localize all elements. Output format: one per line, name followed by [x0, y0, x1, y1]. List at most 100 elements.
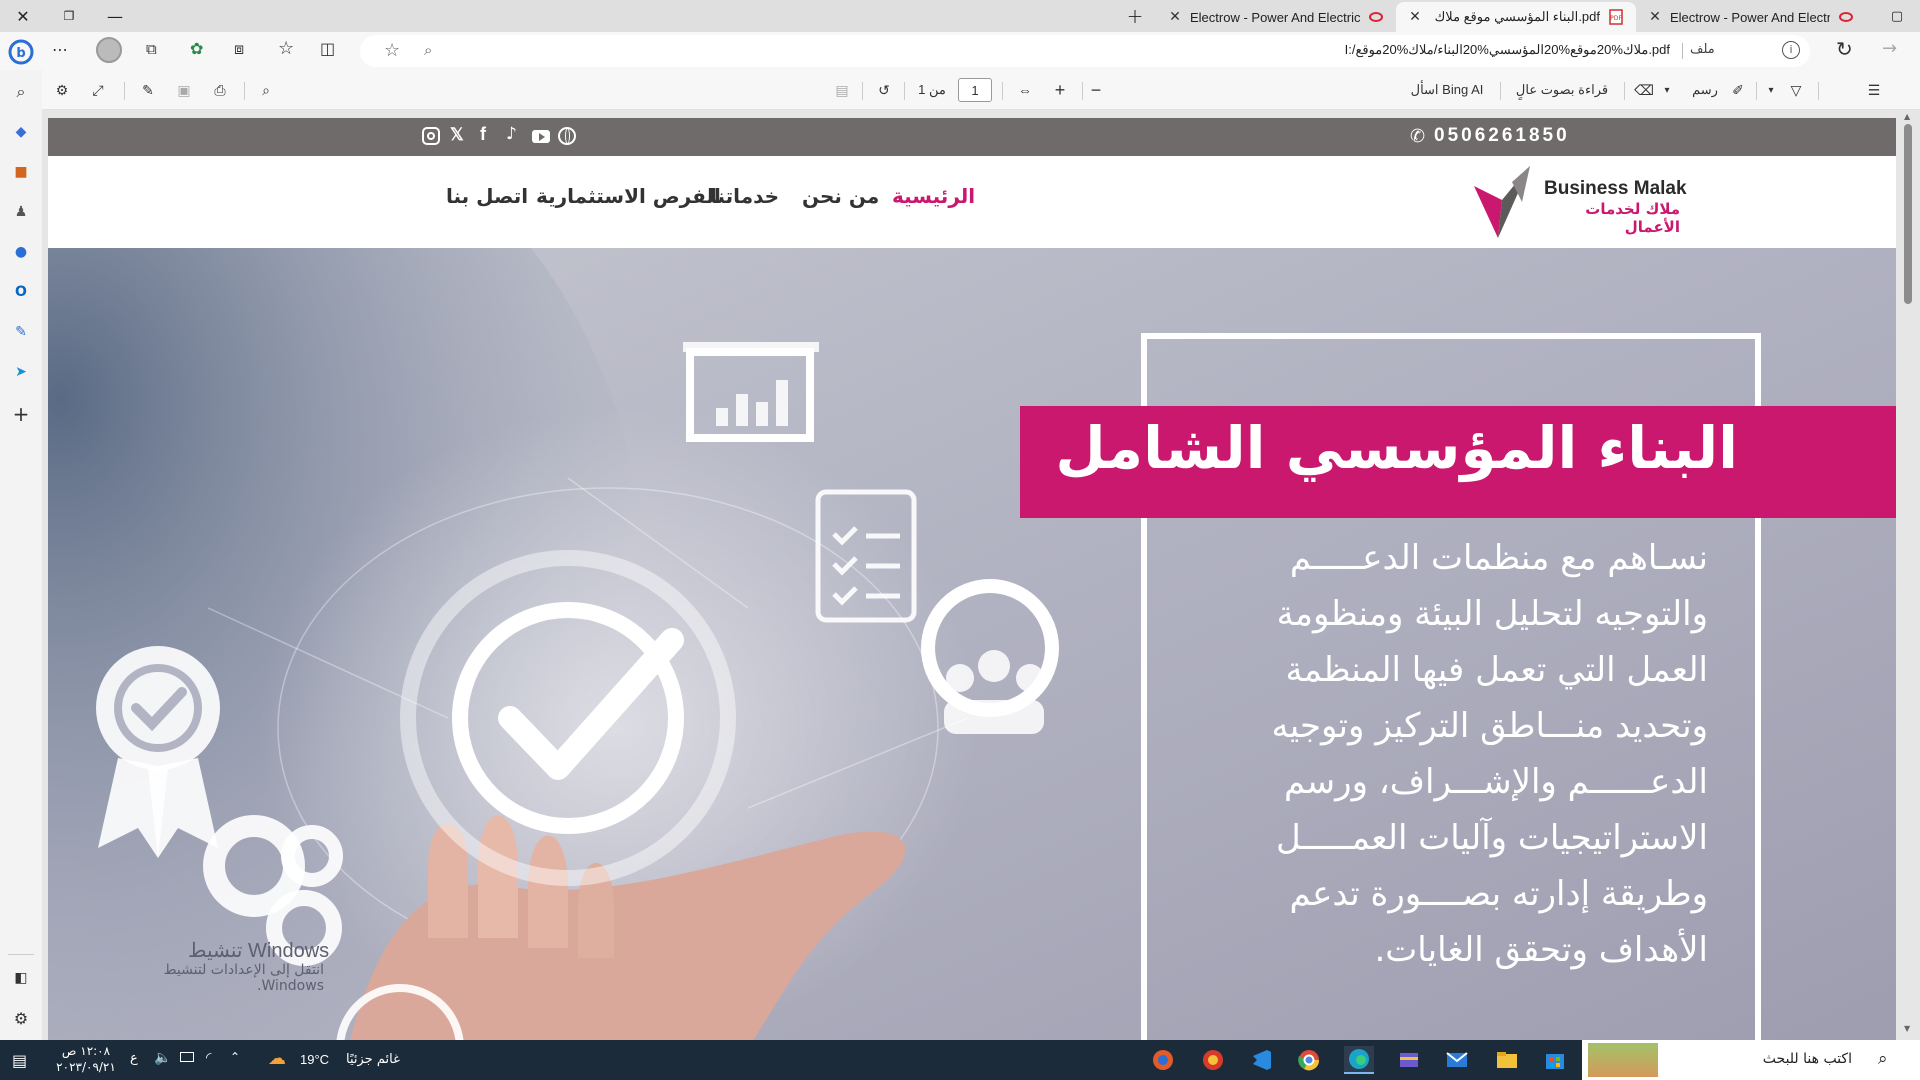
- tab-actions-button[interactable]: ▢: [1874, 0, 1920, 32]
- scrollbar[interactable]: ▲ ▼: [1900, 110, 1916, 1040]
- draw-button[interactable]: رسم: [1688, 78, 1722, 102]
- url-text: I:/ملاك%20موقع%20المؤسسي%20البناء/ملاك%2…: [1344, 42, 1670, 57]
- designer-icon[interactable]: ✎: [9, 320, 33, 344]
- search-icon[interactable]: ⌕: [9, 80, 33, 104]
- scrollbar-thumb[interactable]: [1904, 124, 1912, 304]
- settings-icon[interactable]: ⚙: [9, 1006, 33, 1030]
- url-field[interactable]: ☆ ⌕ I:/ملاك%20موقع%20المؤسسي%20البناء/مل…: [360, 35, 1810, 67]
- close-icon[interactable]: ✕: [1646, 9, 1664, 25]
- collections-icon[interactable]: ⧈: [234, 39, 244, 59]
- ask-bing-button[interactable]: اسأل Bing AI: [1404, 78, 1490, 102]
- add-icon[interactable]: +: [9, 402, 33, 426]
- more-options-icon[interactable]: ⋯: [52, 40, 68, 59]
- add-favorite-icon[interactable]: ☆: [384, 40, 400, 61]
- toolbar-divider: [1500, 82, 1501, 100]
- brand-name-ar: ملاك لخدمات الأعمال: [1585, 200, 1680, 236]
- zoom-in-icon[interactable]: +: [1048, 78, 1072, 102]
- activation-watermark-subtitle: انتقل إلى الإعدادات لتنشيط Windows.: [163, 962, 324, 994]
- youtube-icon[interactable]: [532, 130, 550, 143]
- new-tab-button[interactable]: +: [1112, 0, 1158, 32]
- minimize-window-button[interactable]: —: [92, 0, 138, 32]
- scroll-up-icon[interactable]: ▲: [1904, 112, 1910, 121]
- nav-about[interactable]: من نحن: [802, 184, 879, 208]
- hero-line: نسـاهم مع منظمات الدعـــــم: [1289, 538, 1708, 578]
- favorites-icon[interactable]: ☆: [278, 38, 294, 59]
- file-explorer-icon[interactable]: [1492, 1046, 1522, 1074]
- forward-icon[interactable]: →: [1882, 38, 1897, 59]
- store-icon[interactable]: [1540, 1046, 1570, 1074]
- battery-icon[interactable]: [180, 1052, 194, 1062]
- nav-contact[interactable]: اتصل بنا: [446, 184, 528, 208]
- fullscreen-icon[interactable]: ⤢: [86, 78, 110, 102]
- scroll-down-icon[interactable]: ▼: [1904, 1024, 1910, 1033]
- taskbar-search-box[interactable]: اكتب هنا للبحث ⌕: [1582, 1040, 1920, 1080]
- page-number-input[interactable]: 1: [958, 78, 992, 102]
- outlook-icon[interactable]: O: [9, 280, 33, 304]
- language-indicator[interactable]: ع: [130, 1051, 138, 1066]
- microsoft365-icon[interactable]: ●: [9, 240, 33, 264]
- edge-dev-icon[interactable]: [1148, 1046, 1178, 1074]
- facebook-icon[interactable]: f: [480, 124, 486, 145]
- profile-avatar[interactable]: [96, 37, 122, 63]
- edge-icon[interactable]: [1344, 1046, 1374, 1074]
- zoom-out-icon[interactable]: −: [1084, 78, 1108, 102]
- refresh-icon[interactable]: ↻: [1836, 37, 1853, 61]
- workspaces-icon[interactable]: ⧉: [146, 40, 157, 58]
- close-icon[interactable]: ✕: [1406, 9, 1424, 25]
- notification-icon[interactable]: ▤: [12, 1051, 27, 1070]
- site-info-icon[interactable]: i: [1782, 41, 1800, 59]
- nav-investment[interactable]: الفرص الاستثمارية: [536, 184, 721, 208]
- tab-electrow-2[interactable]: ✕ Electrow - Power And Electricity S: [1636, 2, 1866, 32]
- rotate-icon[interactable]: ↺: [872, 78, 896, 102]
- tab-electrow-1[interactable]: ✕ Electrow - Power And Electricity S: [1156, 2, 1396, 32]
- annotate-icon[interactable]: ✎: [136, 78, 160, 102]
- toolbar-divider: [1818, 82, 1819, 100]
- highlight-icon[interactable]: ▽: [1784, 78, 1808, 102]
- restore-window-button[interactable]: ❐: [46, 0, 92, 32]
- tab-pdf[interactable]: ✕ البناء المؤسسي موقع ملاك.pdf PDF: [1396, 2, 1636, 32]
- network-icon[interactable]: ◜: [206, 1050, 211, 1066]
- send-icon[interactable]: ➤: [9, 360, 33, 384]
- split-screen-icon[interactable]: ◫: [320, 39, 335, 58]
- edge-sidebar: ⌕ ◆ ■ ♟ ● O ✎ ➤ + ◧ ⚙: [0, 70, 42, 1040]
- chevron-up-icon[interactable]: ⌃: [230, 1050, 240, 1064]
- phone-number: 0506261850: [1434, 125, 1570, 146]
- sidebar-divider: [8, 954, 34, 955]
- close-icon[interactable]: ✕: [1166, 9, 1184, 25]
- media-app-icon[interactable]: [1394, 1046, 1424, 1074]
- contents-icon[interactable]: ☰: [1862, 78, 1886, 102]
- pdf-settings-icon[interactable]: ⚙: [50, 78, 74, 102]
- games-icon[interactable]: ♟: [9, 200, 33, 224]
- instagram-icon[interactable]: [422, 127, 440, 145]
- read-aloud-button[interactable]: قراءة بصوت عالٍ: [1508, 78, 1616, 102]
- weather-icon[interactable]: ☁: [268, 1048, 286, 1069]
- fit-page-icon[interactable]: ⇔: [1012, 78, 1038, 102]
- edge-canary-icon[interactable]: [1198, 1046, 1228, 1074]
- mail-icon[interactable]: [1442, 1046, 1472, 1074]
- clock[interactable]: ١٢:٠٨ ص ٢٠٢٣/٠٩/٢١: [54, 1043, 118, 1075]
- chevron-down-icon[interactable]: ▾: [1658, 78, 1676, 102]
- tiktok-icon[interactable]: ♪: [506, 124, 517, 144]
- nav-home[interactable]: الرئيسية: [892, 184, 975, 208]
- chrome-icon[interactable]: [1294, 1046, 1324, 1074]
- zoom-icon[interactable]: ⌕: [424, 41, 432, 59]
- globe-icon[interactable]: [558, 127, 576, 145]
- close-window-button[interactable]: ✕: [0, 0, 46, 32]
- draw-pen-icon[interactable]: ✐: [1726, 78, 1750, 102]
- site-navbar: Business Malak ملاك لخدمات الأعمال الرئي…: [48, 156, 1896, 248]
- find-icon[interactable]: ⌕: [254, 78, 278, 102]
- extensions-icon[interactable]: ✿: [190, 39, 203, 58]
- windows-start-icon[interactable]: [1888, 1051, 1906, 1073]
- x-twitter-icon[interactable]: 𝕏: [450, 125, 464, 145]
- print-icon[interactable]: ⎙: [208, 78, 232, 102]
- bing-copilot-icon[interactable]: b: [4, 36, 38, 68]
- chevron-down-icon[interactable]: ▾: [1762, 78, 1780, 102]
- shopping-tag-icon[interactable]: ◆: [9, 120, 33, 144]
- save-icon[interactable]: ▣: [172, 78, 196, 102]
- volume-icon[interactable]: 🔈: [154, 1050, 171, 1066]
- page-view-icon[interactable]: ▤: [830, 78, 854, 102]
- tools-icon[interactable]: ■: [9, 160, 33, 184]
- eraser-icon[interactable]: ⌫: [1632, 78, 1656, 102]
- hide-sidebar-icon[interactable]: ◧: [9, 966, 33, 990]
- vscode-icon[interactable]: [1246, 1046, 1276, 1074]
